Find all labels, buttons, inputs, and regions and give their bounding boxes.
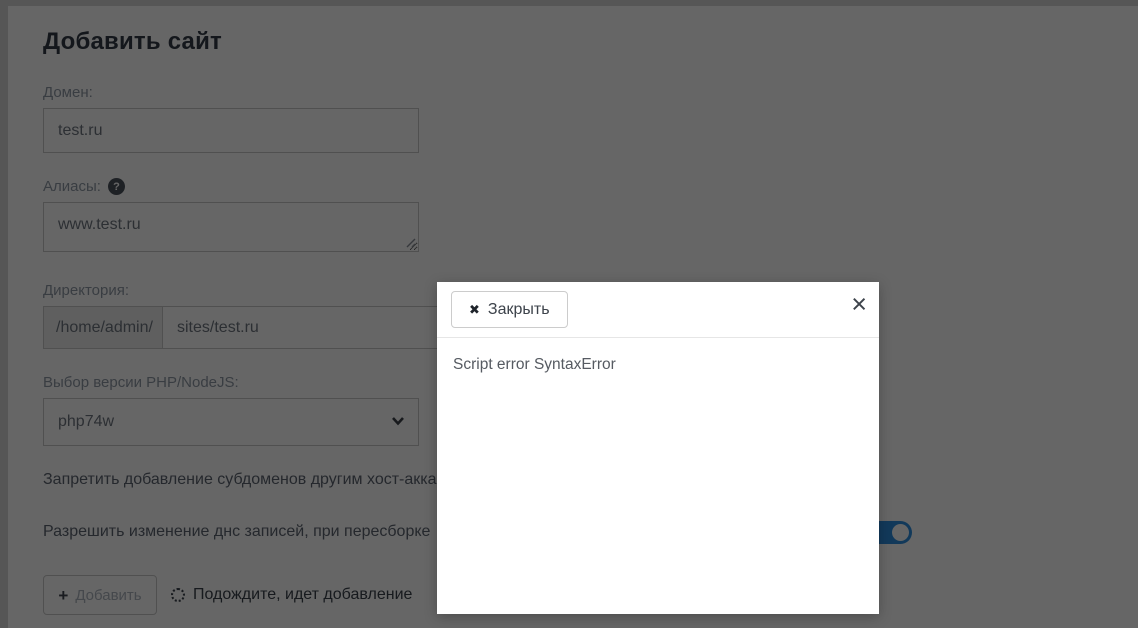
- close-x-icon: ✖: [469, 301, 480, 317]
- modal-close-button-label: Закрыть: [487, 300, 550, 318]
- error-modal: ✖ Закрыть × Script error SyntaxError: [437, 282, 879, 614]
- modal-close-button[interactable]: ✖ Закрыть: [451, 291, 568, 328]
- modal-header: ✖ Закрыть ×: [437, 282, 879, 338]
- page: Добавить сайт Домен: Алиасы: ? www.test.…: [0, 0, 1138, 628]
- corner-close-icon[interactable]: ×: [851, 286, 867, 324]
- modal-body-text: Script error SyntaxError: [453, 356, 616, 373]
